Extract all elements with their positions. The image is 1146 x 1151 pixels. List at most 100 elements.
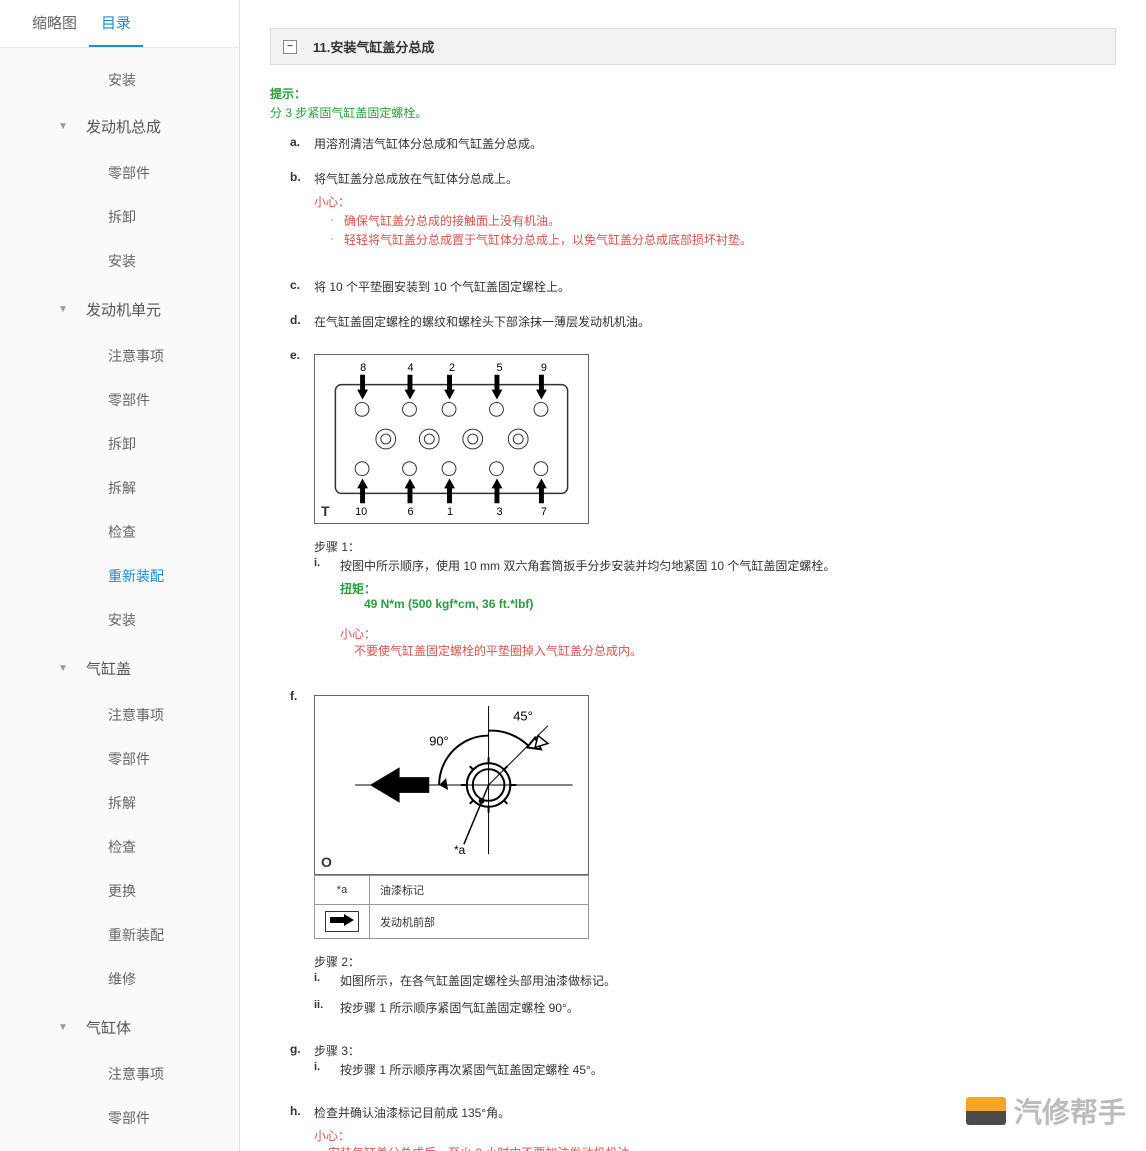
legend-symbol [315,905,370,939]
step-letter: h. [290,1104,314,1151]
step-letter: a. [290,135,314,152]
svg-text:6: 6 [408,506,414,518]
hint-label: 提示： [270,85,1116,102]
svg-text:8: 8 [360,362,366,374]
hint-text: 分 3 步紧固气缸盖固定螺栓。 [270,104,1116,121]
step-letter: f. [290,689,314,1022]
step-text: 用溶剂清洁气缸体分总成和气缸盖分总成。 [314,135,1116,152]
step-a: a. 用溶剂清洁气缸体分总成和气缸盖分总成。 [290,135,1116,152]
legend-text: 油漆标记 [370,876,589,905]
diagram-bolt-sequence: 8 4 2 5 9 [314,354,589,524]
section-title: 11.安装气缸盖分总成 [313,37,434,56]
nav-group-cylinder-head[interactable]: ▼ 气缸盖 [0,644,239,693]
watermark-text: 汽修帮手 [1014,1091,1126,1131]
nav-group-engine-unit[interactable]: ▼ 发动机单元 [0,285,239,334]
nav-item[interactable]: 注意事项 [0,693,239,737]
nav-item-active[interactable]: 重新装配 [0,554,239,598]
nav-item[interactable]: 安装 [0,598,239,642]
legend-text: 发动机前部 [370,905,589,939]
watermark-icon [966,1097,1006,1125]
nav-group-label: 发动机单元 [86,299,161,320]
sidebar-tabs: 缩略图 目录 [0,0,239,48]
caret-down-icon: ▼ [58,304,68,315]
step-letter: e. [290,348,314,659]
step-text: 将气缸盖分总成放在气缸体分总成上。 [314,170,1116,187]
caution-label: 小心： [314,193,1116,210]
nav-item[interactable]: 安装 [0,239,239,283]
step-e: e. 8 4 2 5 9 [290,348,1116,659]
nav-item[interactable]: 拆解 [0,781,239,825]
nav-item[interactable]: 零部件 [0,737,239,781]
svg-text:45°: 45° [513,709,532,724]
svg-text:10: 10 [355,506,367,518]
substep-label: 步骤 2： [314,953,1116,970]
caution-label: 小心： [340,625,1116,642]
substep-num: i. [314,557,340,574]
sidebar: 缩略图 目录 安装 ▼ 发动机总成 零部件 拆卸 安装 ▼ 发动机单元 [0,0,240,1151]
step-c: c. 将 10 个平垫圈安装到 10 个气缸盖固定螺栓上。 [290,278,1116,295]
diagram-corner-label: T [321,503,330,519]
nav-item[interactable]: 维修 [0,957,239,1001]
tab-thumbnail[interactable]: 缩略图 [20,0,89,47]
nav-item[interactable]: 拆卸 [0,195,239,239]
nav-group-cylinder-block[interactable]: ▼ 气缸体 [0,1003,239,1052]
step-d: d. 在气缸盖固定螺栓的螺纹和螺栓头下部涂抹一薄层发动机机油。 [290,313,1116,330]
diagram-angle: 90° 45° *a O [314,695,589,875]
nav-item[interactable]: 检查 [0,825,239,869]
caution-item: 轻轻将气缸盖分总成置于气缸体分总成上，以免气缸盖分总成底部损坏衬垫。 [344,231,1116,248]
nav-item[interactable]: 零部件 [0,378,239,422]
legend-symbol: *a [315,876,370,905]
content-area: − 11.安装气缸盖分总成 提示： 分 3 步紧固气缸盖固定螺栓。 a. 用溶剂… [240,0,1146,1151]
nav-item[interactable]: 零部件 [0,151,239,195]
svg-text:2: 2 [449,362,455,374]
step-letter: c. [290,278,314,295]
step-b: b. 将气缸盖分总成放在气缸体分总成上。 小心： 确保气缸盖分总成的接触面上没有… [290,170,1116,248]
nav-group-engine-assembly[interactable]: ▼ 发动机总成 [0,102,239,151]
substep-label: 步骤 1： [314,538,1116,555]
nav-item[interactable]: 零部件 [0,1096,239,1140]
legend-table: *a 油漆标记 发动机前部 [314,875,589,939]
nav-item[interactable]: 拆卸 [0,422,239,466]
nav-group-label: 气缸盖 [86,658,131,679]
substep-text: 按图中所示顺序，使用 10 mm 双六角套筒扳手分步安装并均匀地紧固 10 个气… [340,557,1116,574]
substep-num: ii. [314,999,340,1016]
torque-label: 扭矩： [340,580,1116,597]
svg-text:*a: *a [454,843,466,857]
collapse-icon[interactable]: − [283,40,297,54]
substep-num: i. [314,972,340,989]
nav-item[interactable]: 更换 [0,869,239,913]
nav-item[interactable]: 检查 [0,510,239,554]
caution-text: 安装气缸盖分总成后，至少 2 小时内不要加注发动机机油。 [328,1144,1116,1151]
nav-item-install-top[interactable]: 安装 [0,58,239,102]
step-letter: b. [290,170,314,248]
nav-group-label: 发动机总成 [86,116,161,137]
svg-text:90°: 90° [429,733,448,748]
step-g: g. 步骤 3： i. 按步骤 1 所示顺序再次紧固气缸盖固定螺栓 45°。 [290,1042,1116,1084]
caret-down-icon: ▼ [58,1022,68,1033]
watermark: 汽修帮手 [966,1091,1126,1131]
diagram-corner-label: O [321,854,332,870]
substep-text: 如图所示，在各气缸盖固定螺栓头部用油漆做标记。 [340,972,1116,989]
step-letter: g. [290,1042,314,1084]
substep-label: 步骤 3： [314,1042,1116,1059]
nav-tree: 安装 ▼ 发动机总成 零部件 拆卸 安装 ▼ 发动机单元 注意事项 零部件 拆 [0,48,239,1151]
nav-item[interactable]: 注意事项 [0,334,239,378]
step-text: 在气缸盖固定螺栓的螺纹和螺栓头下部涂抹一薄层发动机机油。 [314,313,1116,330]
nav-item[interactable]: 重新装配 [0,913,239,957]
substep-text: 按步骤 1 所示顺序紧固气缸盖固定螺栓 90°。 [340,999,1116,1016]
section-header[interactable]: − 11.安装气缸盖分总成 [270,28,1116,65]
tab-toc[interactable]: 目录 [89,0,143,47]
nav-item[interactable]: 拆解 [0,466,239,510]
substep-text: 按步骤 1 所示顺序再次紧固气缸盖固定螺栓 45°。 [340,1061,1116,1078]
svg-text:7: 7 [541,506,547,518]
nav-item[interactable]: 注意事项 [0,1052,239,1096]
step-letter: d. [290,313,314,330]
svg-text:9: 9 [541,362,547,374]
caret-down-icon: ▼ [58,663,68,674]
torque-value: 49 N*m (500 kgf*cm, 36 ft.*lbf) [364,597,1116,611]
nav-group-label: 气缸体 [86,1017,131,1038]
svg-text:1: 1 [447,506,453,518]
table-row: 发动机前部 [315,905,589,939]
svg-text:5: 5 [496,362,502,374]
svg-text:4: 4 [408,362,414,374]
